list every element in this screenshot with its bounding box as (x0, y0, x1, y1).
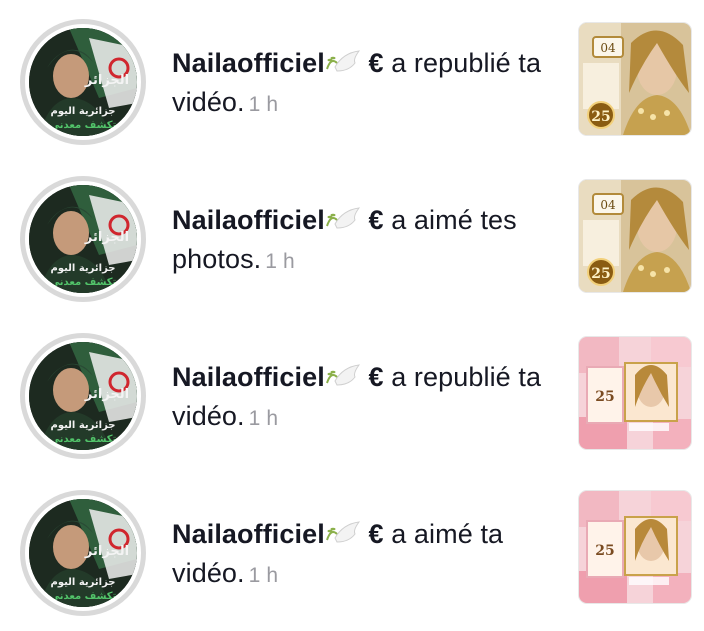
avatar-image: الجزائر جزائرية اليوم تكشف معدني (29, 185, 137, 293)
avatar[interactable]: الجزائر جزائرية اليوم تكشف معدني (20, 176, 146, 302)
dove-olive-branch-icon (325, 518, 361, 544)
avatar-image: الجزائر جزائرية اليوم تكشف معدني (29, 499, 137, 607)
username-suffix: € (368, 48, 384, 78)
username-suffix: € (368, 519, 384, 549)
notification-row[interactable]: الجزائر جزائرية اليوم تكشف معدني Nailaof… (0, 324, 704, 474)
dove-olive-branch-icon (325, 361, 361, 387)
notification-row[interactable]: الجزائر جزائرية اليوم تكشف معدني Nailaof… (0, 10, 704, 160)
username-link[interactable]: Nailaofficiel (172, 519, 325, 549)
avatar[interactable]: الجزائر جزائرية اليوم تكشف معدني (20, 490, 146, 616)
video-thumbnail[interactable]: 25 (578, 490, 692, 604)
avatar-title-text: الجزائر (84, 73, 129, 88)
avatar-caption-text: تكشف معدني (50, 591, 117, 602)
username-link[interactable]: Nailaofficiel (172, 205, 325, 235)
thumbnail-date-badge: 04 (600, 198, 616, 212)
avatar-caption-text: جزائرية اليوم (51, 420, 116, 431)
avatar-title-text: الجزائر (84, 230, 129, 245)
avatar-caption-text: تكشف معدني (50, 277, 117, 288)
avatar-image: الجزائر جزائرية اليوم تكشف معدني (29, 28, 137, 136)
username-suffix: € (368, 362, 384, 392)
timestamp: 1 h (248, 564, 279, 587)
timestamp: 1 h (248, 407, 279, 430)
avatar-caption-text: جزائرية اليوم (51, 577, 116, 588)
notification-text[interactable]: Nailaofficiel € a aimé ta vidéo. 1 h (172, 515, 547, 595)
avatar[interactable]: الجزائر جزائرية اليوم تكشف معدني (20, 19, 146, 145)
timestamp: 1 h (248, 93, 279, 116)
thumbnail-number-badge: 25 (591, 109, 610, 125)
notification-text[interactable]: Nailaofficiel € a republié ta vidéo. 1 h (172, 44, 547, 124)
username-suffix: € (368, 205, 384, 235)
notification-row[interactable]: الجزائر جزائرية اليوم تكشف معدني Nailaof… (0, 481, 704, 631)
video-thumbnail[interactable]: 04 25 (578, 22, 692, 136)
thumbnail-number-badge: 25 (595, 389, 614, 405)
timestamp: 1 h (265, 250, 295, 273)
photo-thumbnail[interactable]: 04 25 (578, 179, 692, 293)
dove-olive-branch-icon (325, 204, 361, 230)
avatar[interactable]: الجزائر جزائرية اليوم تكشف معدني (20, 333, 146, 459)
avatar-title-text: الجزائر (84, 544, 129, 559)
notification-text[interactable]: Nailaofficiel € a republié ta vidéo. 1 h (172, 358, 547, 438)
avatar-caption-text: جزائرية اليوم (51, 263, 116, 274)
thumbnail-number-badge: 25 (595, 543, 614, 559)
username-link[interactable]: Nailaofficiel (172, 362, 325, 392)
username-link[interactable]: Nailaofficiel (172, 48, 325, 78)
dove-olive-branch-icon (325, 47, 361, 73)
avatar-image: الجزائر جزائرية اليوم تكشف معدني (29, 342, 137, 450)
notification-row[interactable]: الجزائر جزائرية اليوم تكشف معدني Nailaof… (0, 167, 704, 317)
thumbnail-number-badge: 25 (591, 266, 610, 282)
thumbnail-date-badge: 04 (600, 41, 616, 55)
notification-list: الجزائر جزائرية اليوم تكشف معدني Nailaof… (0, 0, 704, 628)
avatar-caption-text: تكشف معدني (50, 434, 117, 445)
avatar-caption-text: تكشف معدني (50, 120, 117, 131)
avatar-title-text: الجزائر (84, 387, 129, 402)
video-thumbnail[interactable]: 25 (578, 336, 692, 450)
notification-text[interactable]: Nailaofficiel € a aimé tes photos. 1 h (172, 201, 547, 281)
avatar-caption-text: جزائرية اليوم (51, 106, 116, 117)
